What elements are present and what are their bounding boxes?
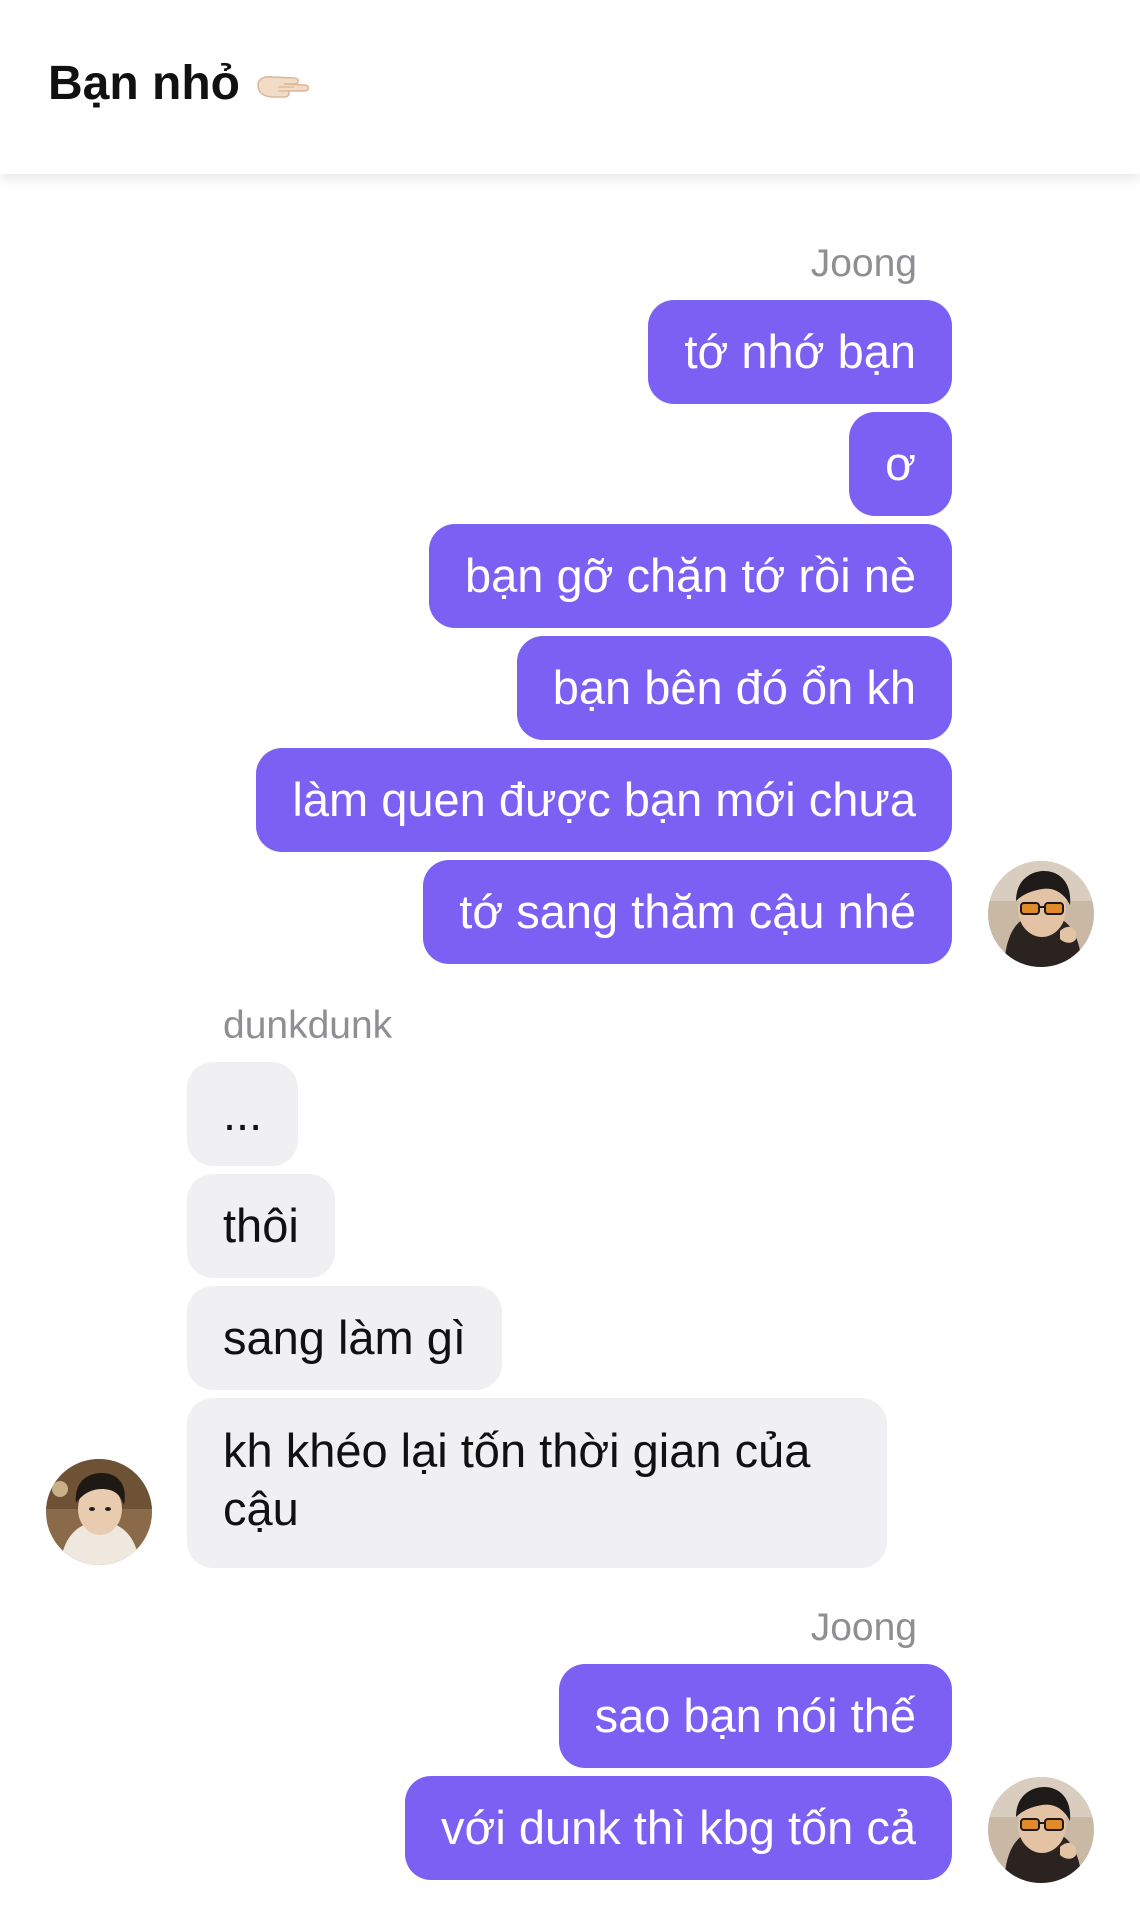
message-bubble-outgoing[interactable]: làm quen được bạn mới chưa	[256, 748, 952, 852]
avatar-joong[interactable]	[988, 1777, 1094, 1883]
chat-title[interactable]: Bạn nhỏ	[48, 56, 316, 111]
avatar-joong[interactable]	[988, 861, 1094, 967]
message-bubble-outgoing[interactable]: bạn bên đó ổn kh	[516, 636, 952, 740]
chat-title-text: Bạn nhỏ	[48, 57, 240, 110]
message-bubble-outgoing[interactable]: tớ sang thăm cậu nhé	[423, 860, 952, 964]
message-bubble-outgoing[interactable]: tớ nhớ bạn	[648, 300, 952, 404]
avatar-dunkdunk[interactable]	[46, 1459, 152, 1565]
sender-label: dunkdunk	[223, 1004, 393, 1047]
message-bubble-incoming[interactable]: thôi	[187, 1174, 335, 1278]
chat-header: Bạn nhỏ	[0, 0, 1140, 174]
message-bubble-incoming[interactable]: ...	[187, 1062, 299, 1166]
sender-label: Joong	[810, 242, 917, 285]
message-bubble-outgoing[interactable]: với dunk thì kbg tốn cả	[405, 1776, 952, 1880]
message-bubble-incoming[interactable]: sang làm gì	[187, 1286, 502, 1390]
message-bubble-outgoing[interactable]: sao bạn nói thế	[558, 1664, 952, 1768]
message-bubble-outgoing[interactable]: ơ	[849, 412, 952, 516]
message-list[interactable]: Joong tớ nhớ bạn ơ bạn gỡ chặn tớ rồi nè…	[0, 174, 1140, 1920]
sender-label: Joong	[810, 1606, 917, 1649]
message-bubble-incoming[interactable]: kh khéo lại tốn thời gian của cậu	[187, 1398, 887, 1568]
message-bubble-outgoing[interactable]: bạn gỡ chặn tớ rồi nè	[429, 524, 952, 628]
pointing-hand-icon	[254, 64, 316, 104]
